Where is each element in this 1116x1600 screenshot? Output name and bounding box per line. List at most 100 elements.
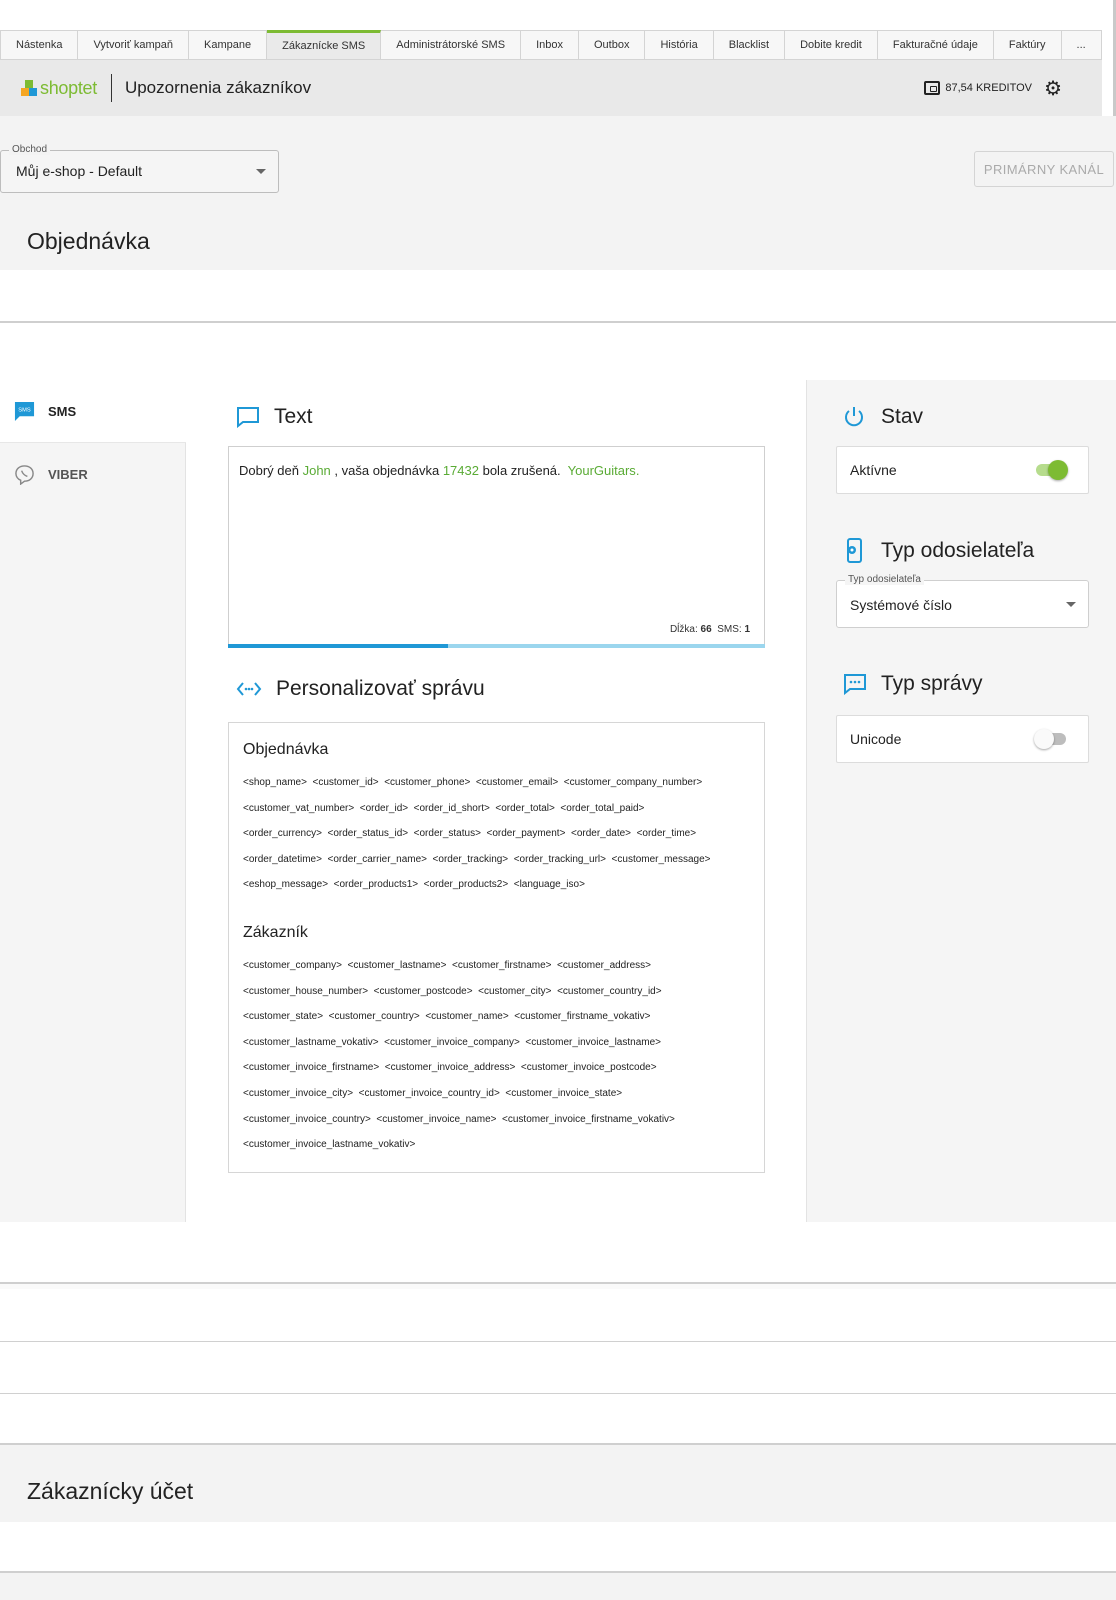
chat-icon [844, 674, 866, 695]
text-title: Text [274, 405, 313, 428]
notification-panel: SMS SMS VIBER Text Dobrý deň John , vaša… [0, 380, 1116, 1222]
code-icon [236, 682, 262, 696]
main-tabs: Nástenka Vytvoriť kampaň Kampane Zákaznícke… [0, 30, 1102, 60]
tab-4[interactable]: Administrátorské SMS [381, 30, 522, 60]
channel-nav: SMS SMS VIBER [0, 380, 186, 1222]
message-variable: John [302, 463, 331, 478]
message-type-section-title: Typ správy [843, 672, 983, 696]
section-title-customer-account: Zákaznícky účet [27, 1478, 194, 1504]
status-toggle[interactable] [1036, 460, 1068, 480]
message-variable: 17432 [442, 463, 479, 478]
message-segment: , vaša objednávka [330, 463, 443, 478]
variable-tags-line[interactable]: <customer_vat_number> <order_id> <order_… [243, 803, 710, 829]
status-title: Stav [881, 405, 924, 428]
section-title-order: Objednávka [27, 228, 150, 254]
progress-fill [228, 644, 449, 648]
variables-panel: Objednávka <shop_name> <customer_id> <cu… [228, 722, 765, 1173]
sender-type-label: Typ odosielateľa [845, 574, 924, 585]
variable-tags-line[interactable]: <order_datetime> <order_carrier_name> <o… [243, 854, 710, 880]
length-value: 66 [700, 624, 712, 635]
status-section-title: Stav [843, 405, 923, 429]
sender-type-select[interactable]: Typ odosielateľa Systémové číslo [836, 574, 1089, 628]
tab-1[interactable]: Vytvoriť kampaň [78, 30, 190, 60]
app-header: shoptet Upozornenia zákazníkov 87,54 KRE… [0, 60, 1102, 116]
chevron-down-icon [256, 169, 266, 174]
message-variable: YourGuitars [567, 463, 636, 478]
variable-tags-line[interactable]: <customer_invoice_city> <customer_invoic… [243, 1088, 675, 1114]
variables-group-title: Objednávka [243, 741, 329, 758]
section-header-bg [0, 1573, 1116, 1600]
personalize-section-title: Personalizovať správu [236, 677, 485, 701]
sender-title: Typ odosielateľa [881, 539, 1035, 562]
settings-column: Stav Aktívne Typ odosielateľa Typ odosie… [806, 380, 1116, 1222]
tab-6[interactable]: Outbox [578, 30, 646, 60]
shop-select[interactable]: Obchod Můj e-shop - Default [0, 144, 279, 193]
shop-select-value: Můj e-shop - Default [16, 163, 143, 179]
message-counter: Dĺžka: 66 SMS: 1 [670, 624, 750, 635]
variable-tags-line[interactable]: <customer_state> <customer_country> <cus… [243, 1011, 675, 1037]
tab-5[interactable]: Inbox [521, 30, 579, 60]
tab-0[interactable]: Nástenka [0, 30, 79, 60]
message-segment: Dobrý deň [239, 463, 303, 478]
channel-label-viber: VIBER [48, 466, 88, 482]
shoptet-logo[interactable]: shoptet [21, 78, 97, 99]
variable-tags-line[interactable]: <customer_company> <customer_lastname> <… [243, 960, 675, 986]
phone-settings-icon [847, 538, 862, 563]
length-label: Dĺžka: [669, 624, 698, 635]
credits-label: 87,54 KREDITOV [945, 82, 1032, 94]
status-card: Aktívne [836, 446, 1089, 494]
tab-10[interactable]: Fakturačné údaje [877, 30, 994, 60]
unicode-toggle[interactable] [1034, 729, 1066, 749]
tab-8[interactable]: Blacklist [713, 30, 786, 60]
message-type-label: Unicode [850, 731, 902, 747]
channel-label-sms: SMS [48, 403, 77, 419]
variable-tags-line[interactable]: <shop_name> <customer_id> <customer_phon… [243, 777, 710, 803]
variable-tags-line[interactable]: <order_currency> <order_status_id> <orde… [243, 828, 710, 854]
message-textarea[interactable]: Dobrý deň John , vaša objednávka 17432 b… [228, 446, 765, 648]
variable-tags-line[interactable]: <customer_invoice_lastname_vokativ> [243, 1139, 675, 1165]
tab-2[interactable]: Kampane [189, 30, 268, 60]
logo-text: shoptet [40, 77, 97, 98]
message-length-progress [228, 644, 765, 648]
primary-channel-button[interactable]: PRIMÁRNY KANÁL [974, 151, 1114, 187]
tab-9[interactable]: Dobite kredit [785, 30, 878, 60]
toggle-knob [1048, 460, 1068, 480]
personalize-title: Personalizovať správu [276, 677, 485, 700]
variable-tags-line[interactable]: <customer_house_number> <customer_postco… [243, 986, 675, 1012]
shop-select-label: Obchod [9, 144, 51, 155]
tab-3[interactable]: Zákaznícke SMS [267, 30, 382, 60]
sms-count-label: SMS: [717, 624, 742, 635]
row-spacer [0, 1284, 1116, 1289]
variable-tags-line[interactable]: <customer_invoice_country> <customer_inv… [243, 1114, 675, 1140]
sms-icon: SMS [14, 401, 35, 421]
gear-icon[interactable]: ⚙ [1044, 76, 1062, 101]
message-segment: bola zrušená. [478, 463, 568, 478]
channel-tab-viber[interactable]: VIBER [0, 443, 186, 505]
chevron-down-icon [1066, 602, 1076, 607]
toggle-knob [1034, 729, 1054, 749]
shoptet-logo-icon [21, 80, 37, 96]
variable-tags-line[interactable]: <eshop_message> <order_products1> <order… [243, 879, 710, 905]
variable-tags-line[interactable]: <customer_invoice_firstname> <customer_i… [243, 1062, 675, 1088]
status-label: Aktívne [850, 462, 897, 478]
sms-count-value: 1 [744, 624, 750, 635]
sender-type-value: Systémové číslo [850, 597, 952, 613]
message-variable: . [635, 463, 640, 478]
variable-tags-line[interactable]: <customer_lastname_vokativ> <customer_in… [243, 1037, 675, 1063]
message-type-card: Unicode [836, 715, 1089, 763]
power-icon [845, 407, 863, 427]
message-icon [237, 407, 259, 428]
credits-balance[interactable]: 87,54 KREDITOV [924, 81, 1032, 95]
svg-text:SMS: SMS [18, 407, 31, 413]
tab-11[interactable]: Faktúry [993, 30, 1062, 60]
channel-tab-sms[interactable]: SMS SMS [0, 380, 186, 443]
message-text: Dobrý deň John , vaša objednávka 17432 b… [239, 463, 639, 478]
row-divider [0, 1341, 1116, 1342]
header-divider [110, 74, 112, 102]
tab-7[interactable]: História [645, 30, 714, 60]
shop-area [0, 116, 1116, 270]
variables-group-title: Zákazník [243, 924, 308, 941]
variables-list-customer: <customer_company> <customer_lastname> <… [243, 960, 675, 1165]
tab-12[interactable]: ... [1061, 30, 1102, 60]
divider [0, 321, 1116, 323]
